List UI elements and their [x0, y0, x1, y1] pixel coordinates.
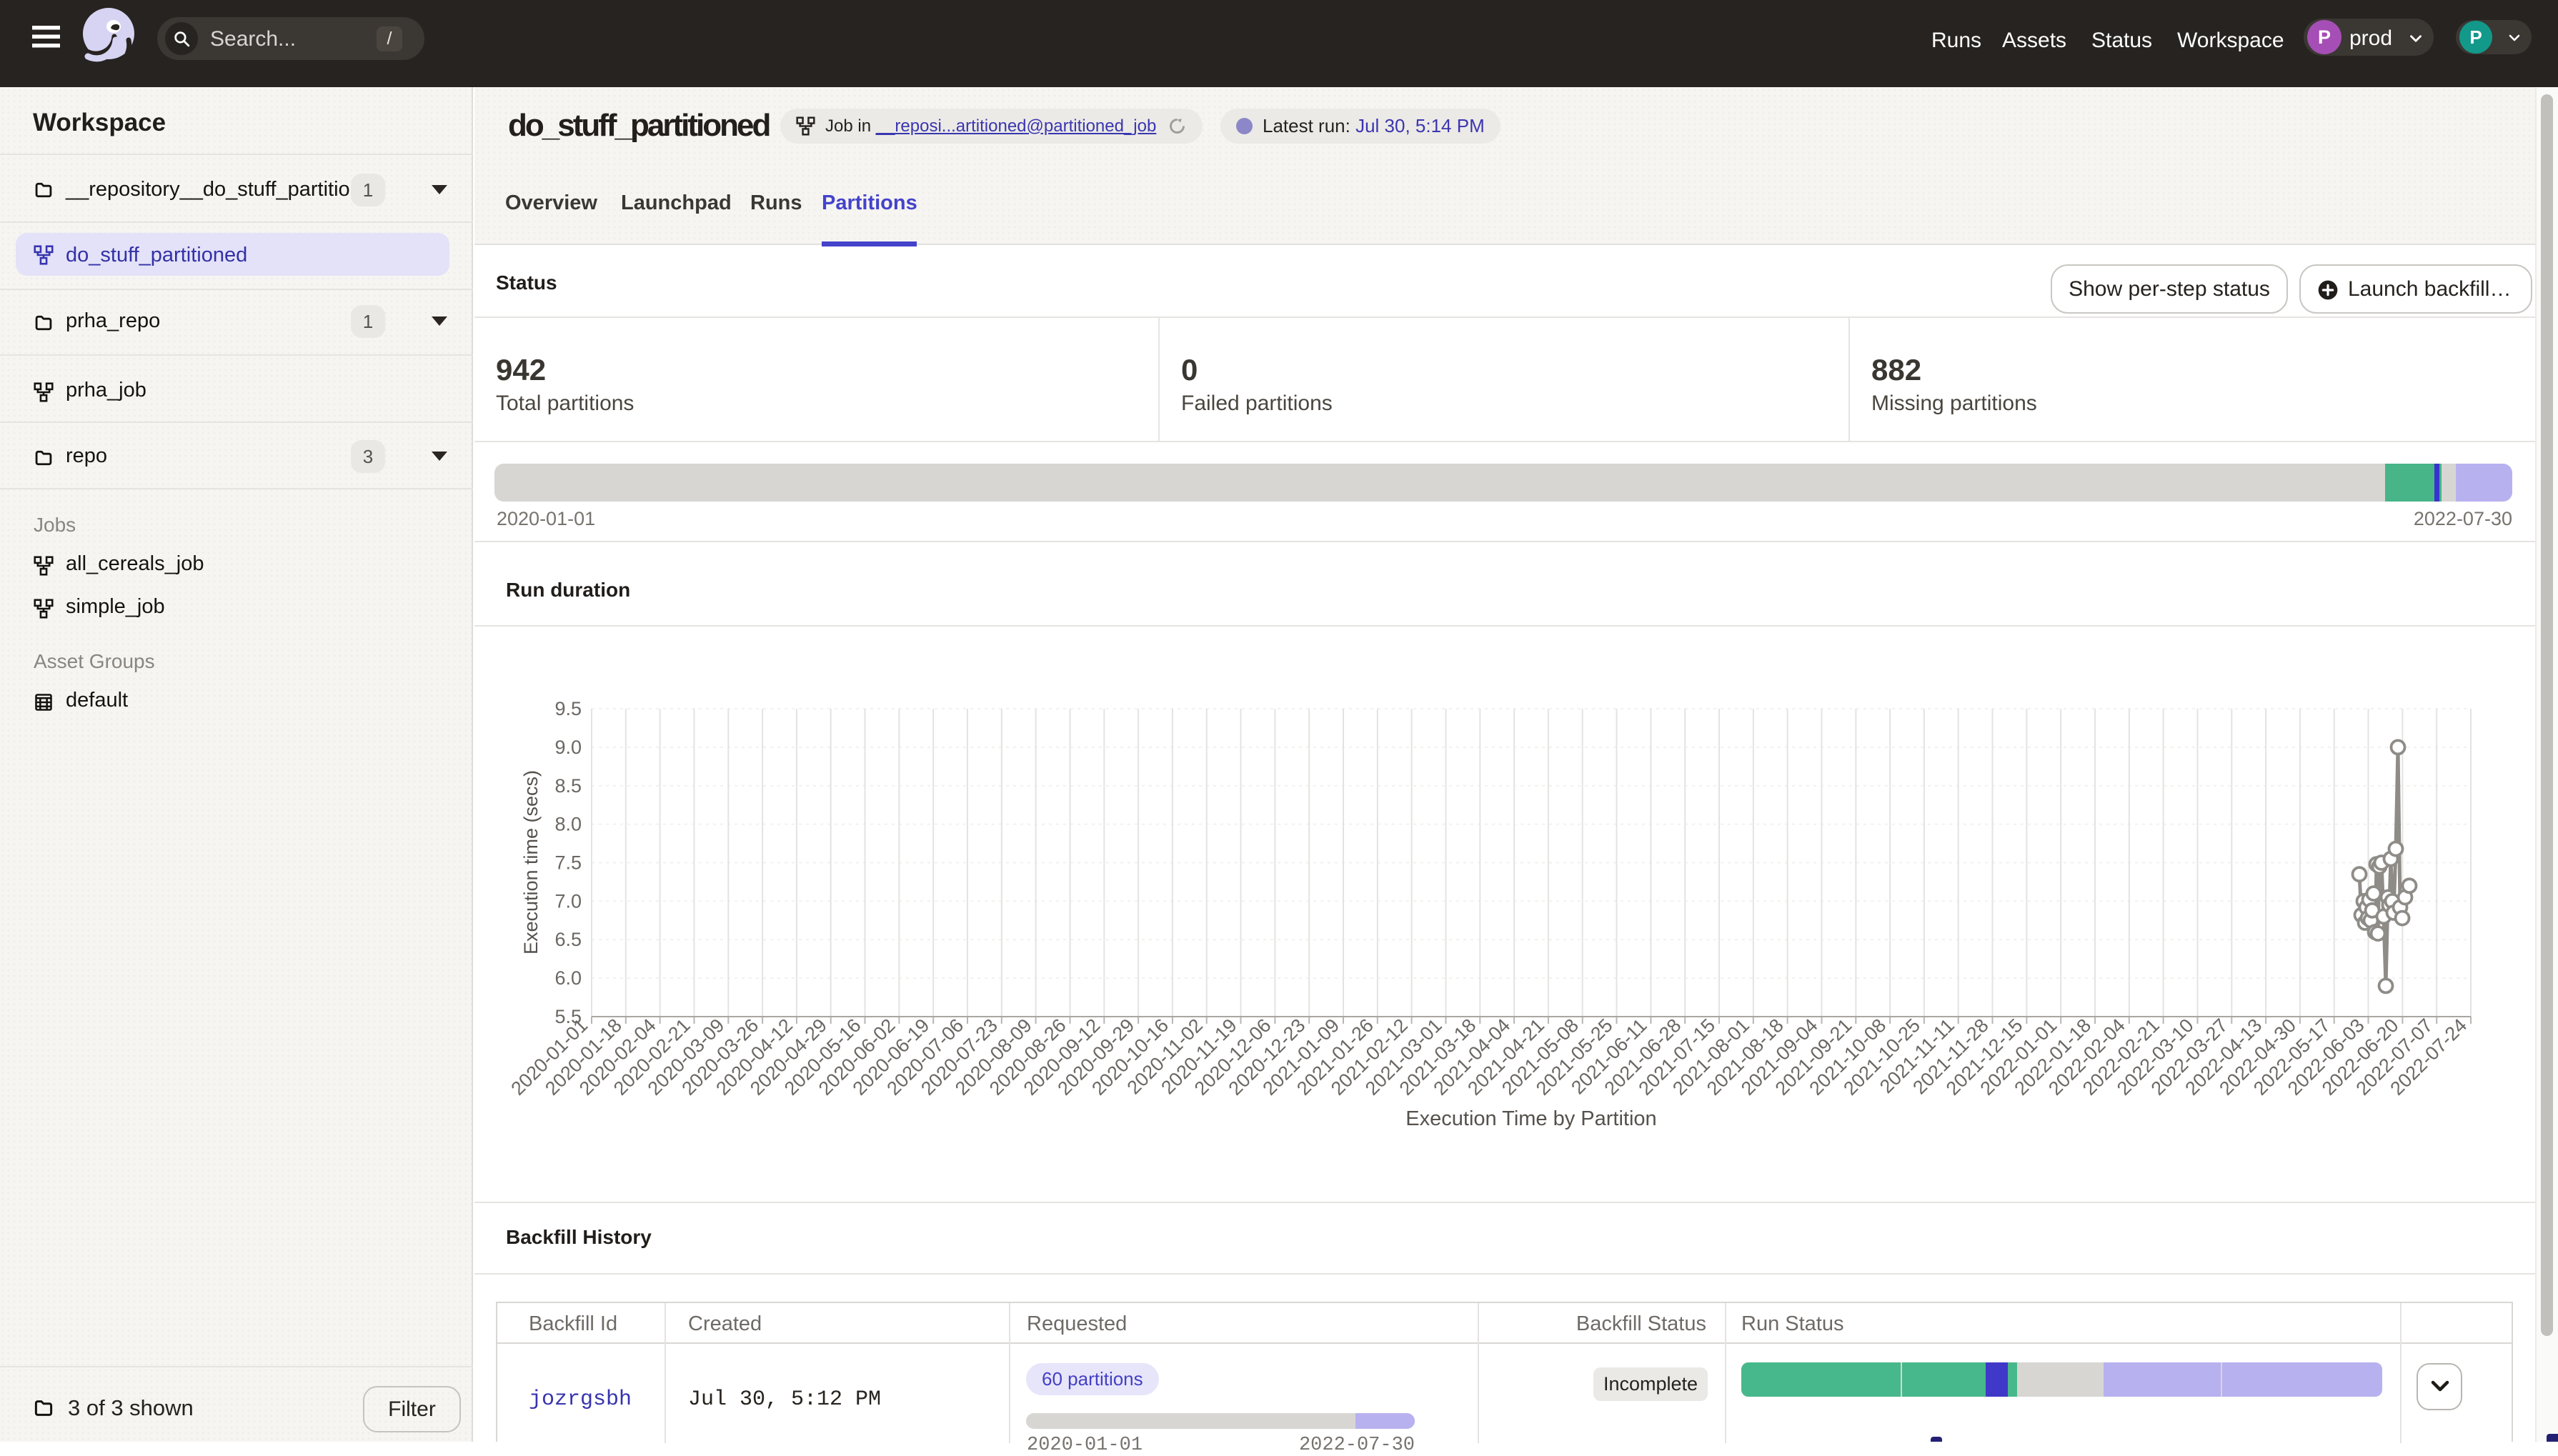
svg-text:8.0: 8.0	[554, 814, 582, 835]
svg-text:7.0: 7.0	[554, 890, 582, 912]
svg-text:7.5: 7.5	[554, 852, 582, 874]
svg-text:6.0: 6.0	[554, 967, 582, 989]
svg-text:Execution Time by Partition: Execution Time by Partition	[1405, 1107, 1656, 1130]
svg-text:9.5: 9.5	[554, 698, 582, 719]
svg-text:9.0: 9.0	[554, 737, 582, 758]
svg-text:Execution time (secs): Execution time (secs)	[520, 770, 542, 954]
svg-text:8.5: 8.5	[554, 775, 582, 797]
svg-text:6.5: 6.5	[554, 929, 582, 950]
